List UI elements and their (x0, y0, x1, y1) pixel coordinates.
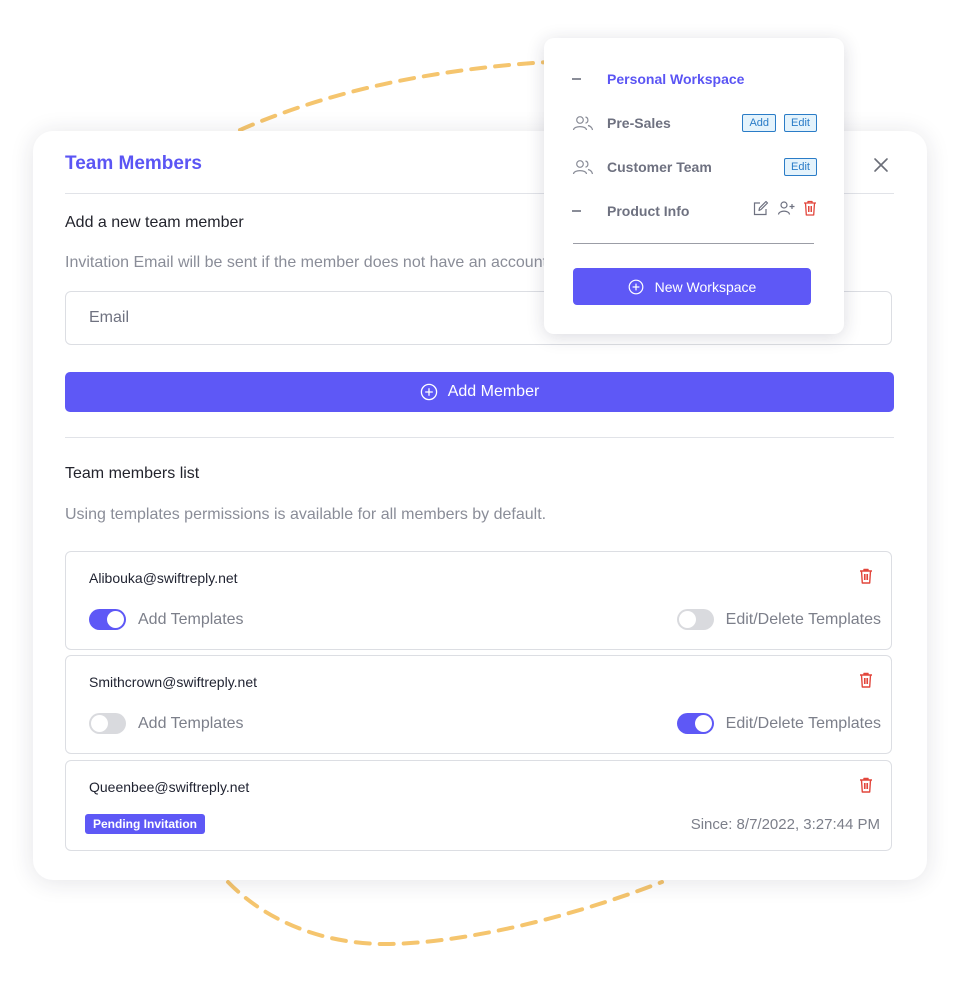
workspace-item-label[interactable]: Product Info (607, 203, 689, 219)
workspace-item-pre-sales[interactable]: Pre-Sales Add Edit (572, 110, 817, 136)
users-icon (572, 160, 594, 175)
workspace-divider (573, 243, 814, 244)
edit-templates-toggle[interactable] (676, 609, 714, 630)
add-member-hint: Invitation Email will be sent if the mem… (65, 254, 578, 271)
member-email: Smithcrown@swiftreply.net (89, 674, 257, 690)
add-member-label: Add Member (447, 383, 540, 400)
dash-icon (572, 210, 581, 212)
invitation-since: Since: 8/7/2022, 3:27:44 PM (690, 816, 880, 833)
new-workspace-button[interactable]: New Workspace (573, 268, 811, 305)
trash-icon[interactable] (803, 200, 817, 216)
edit-icon[interactable] (753, 200, 769, 216)
workspace-item-customer-team[interactable]: Customer Team Edit (572, 154, 817, 180)
workspace-item-label[interactable]: Customer Team (607, 159, 712, 175)
add-user-icon[interactable] (777, 200, 795, 216)
add-templates-permission: Add Templates (89, 713, 244, 734)
close-icon[interactable] (873, 157, 889, 173)
member-card: Queenbee@swiftreply.net Pending Invitati… (65, 760, 892, 851)
team-list-title: Team members list (65, 465, 200, 482)
users-icon (572, 116, 594, 131)
edit-templates-permission: Edit/Delete Templates (676, 713, 881, 734)
add-chip-button[interactable]: Add (742, 114, 777, 132)
section-divider (65, 437, 894, 438)
trash-icon[interactable] (859, 672, 873, 688)
modal-title: Team Members (65, 153, 202, 174)
edit-templates-toggle[interactable] (676, 713, 714, 734)
add-member-button[interactable]: Add Member (65, 372, 894, 412)
trash-icon[interactable] (859, 568, 873, 584)
dash-icon (572, 78, 581, 80)
trash-icon[interactable] (859, 777, 873, 793)
edit-templates-label: Edit/Delete Templates (725, 714, 881, 732)
team-list-hint: Using templates permissions is available… (65, 506, 547, 523)
add-member-section-title: Add a new team member (65, 214, 244, 231)
plus-circle-icon (420, 383, 437, 401)
add-templates-permission: Add Templates (89, 609, 244, 630)
workspace-dropdown: Personal Workspace Pre-Sales Add Edit Cu… (544, 38, 844, 334)
add-templates-label: Add Templates (138, 610, 244, 628)
workspace-item-product-info[interactable]: Product Info (572, 198, 817, 224)
workspace-item-personal[interactable]: Personal Workspace (572, 66, 817, 92)
member-card: Alibouka@swiftreply.net Add Templates Ed… (65, 551, 892, 650)
add-templates-toggle[interactable] (89, 713, 126, 734)
new-workspace-label: New Workspace (654, 278, 757, 295)
edit-templates-label: Edit/Delete Templates (725, 610, 881, 628)
member-email: Queenbee@swiftreply.net (89, 779, 250, 795)
add-templates-label: Add Templates (138, 714, 244, 732)
member-email: Alibouka@swiftreply.net (89, 570, 238, 586)
edit-templates-permission: Edit/Delete Templates (676, 609, 881, 630)
edit-chip-button[interactable]: Edit (784, 158, 817, 176)
workspace-item-label[interactable]: Personal Workspace (607, 71, 744, 87)
edit-chip-button[interactable]: Edit (784, 114, 817, 132)
workspace-item-label[interactable]: Pre-Sales (607, 115, 671, 131)
add-templates-toggle[interactable] (89, 609, 126, 630)
member-card: Smithcrown@swiftreply.net Add Templates … (65, 655, 892, 754)
plus-circle-icon (628, 279, 644, 294)
pending-invitation-badge: Pending Invitation (85, 814, 205, 834)
